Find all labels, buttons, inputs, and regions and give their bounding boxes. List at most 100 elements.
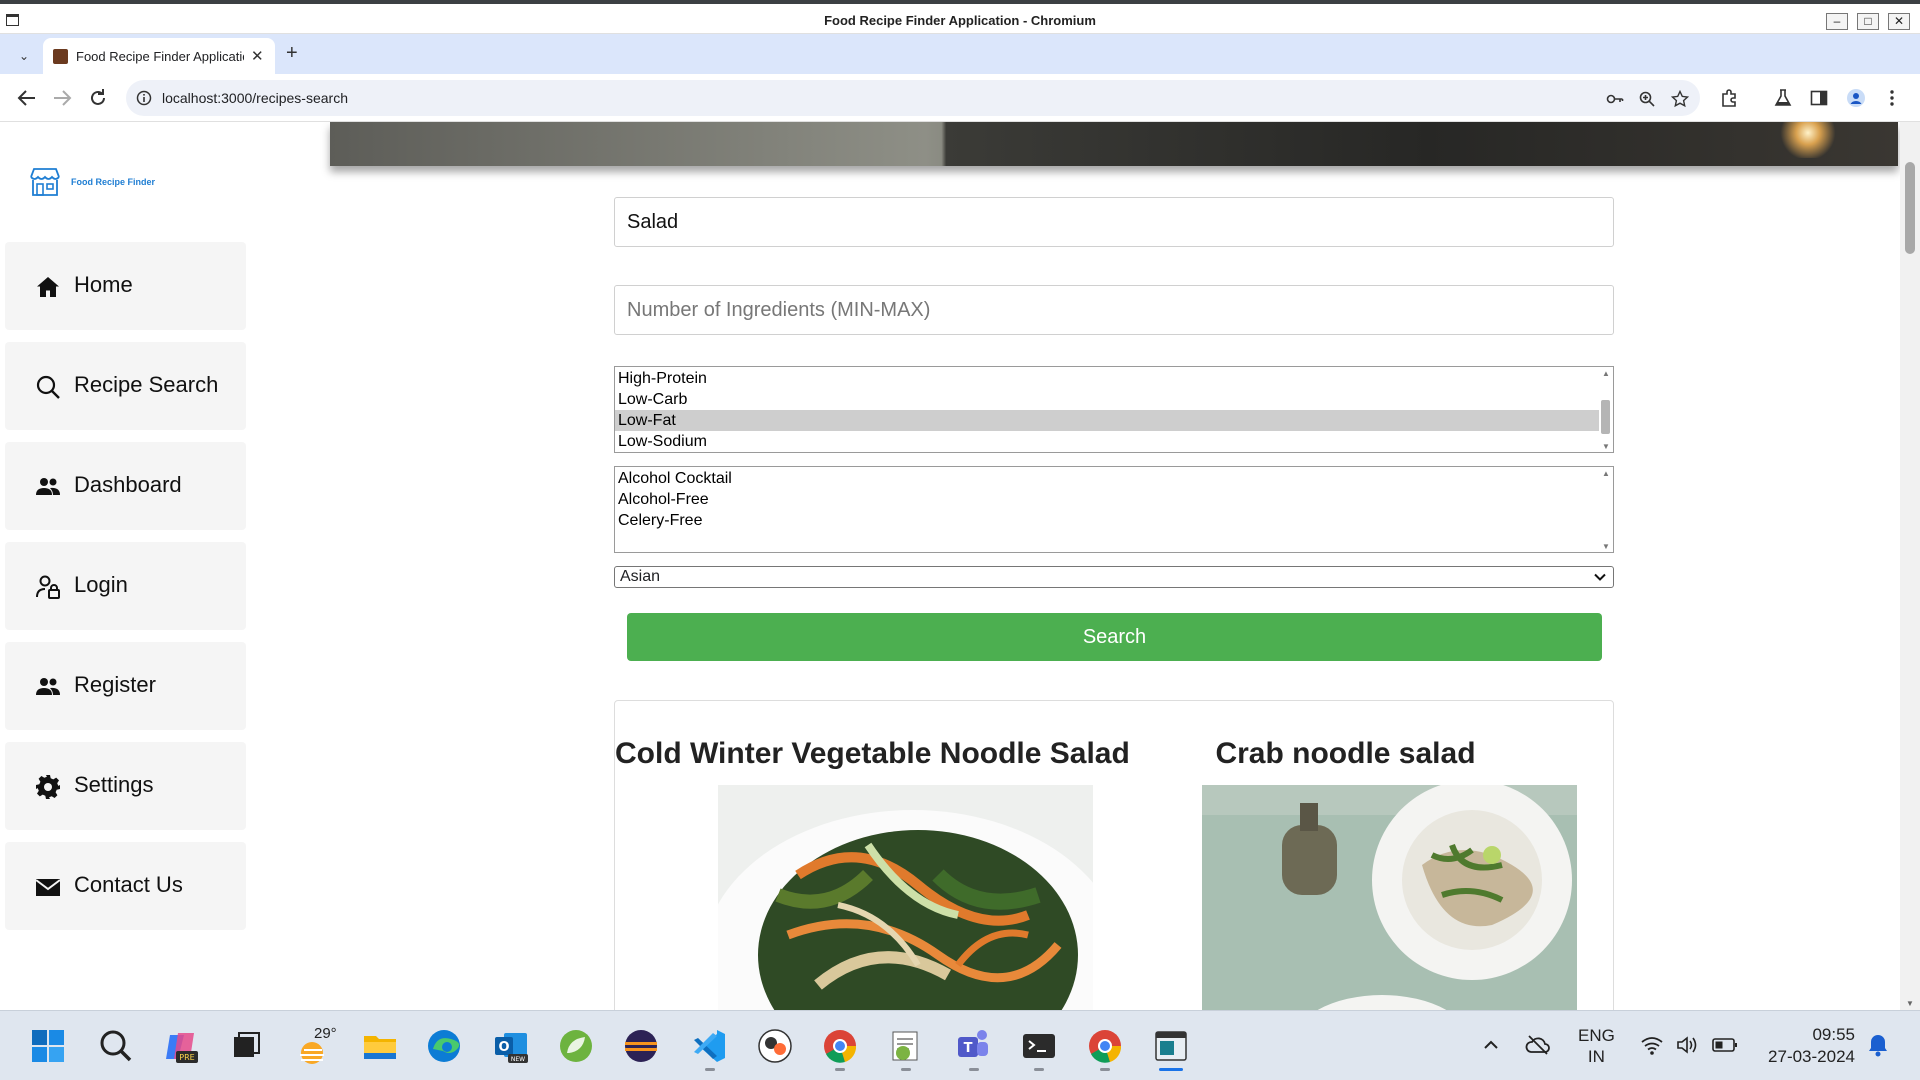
clock[interactable]: 09:55 27-03-2024	[1755, 1024, 1855, 1068]
svg-text:NEW: NEW	[511, 1056, 525, 1063]
sidebar-item-register[interactable]: Register	[5, 642, 246, 730]
browser-toolbar: localhost:3000/recipes-search	[0, 74, 1920, 122]
onedrive-offline-icon[interactable]	[1525, 1034, 1551, 1056]
sidebar-item-login[interactable]: Login	[5, 542, 246, 630]
bookmark-star-icon[interactable]	[1671, 90, 1689, 108]
health-option[interactable]: Alcohol Cocktail	[615, 468, 1599, 489]
hero-banner-image	[330, 122, 1898, 166]
health-option[interactable]: Celery-Free	[615, 510, 1599, 531]
running-indicator	[835, 1068, 845, 1071]
health-listbox[interactable]: Alcohol Cocktail Alcohol-Free Celery-Fre…	[614, 466, 1614, 553]
running-indicator	[901, 1068, 911, 1071]
svg-text:T: T	[964, 1041, 973, 1056]
page-scrollbar-thumb[interactable]	[1905, 162, 1915, 254]
tab-close-button[interactable]: ✕	[251, 47, 264, 65]
teams-icon[interactable]: T	[953, 1027, 991, 1065]
notification-bell-icon[interactable]	[1867, 1033, 1889, 1057]
recipe-query-input[interactable]: Salad	[614, 197, 1614, 247]
tab-search-button[interactable]: ⌄	[11, 44, 37, 70]
search-button[interactable]: Search	[627, 613, 1602, 661]
running-indicator	[1034, 1068, 1044, 1071]
password-key-icon[interactable]	[1606, 90, 1624, 108]
page-viewport: Food Recipe Finder Home Recipe Search Da…	[0, 122, 1920, 1010]
sidebar-item-recipe-search[interactable]: Recipe Search	[5, 342, 246, 430]
maximize-button[interactable]: □	[1857, 13, 1879, 30]
recipe-image[interactable]	[718, 785, 1093, 1010]
notepad-plus-icon[interactable]	[887, 1027, 925, 1065]
new-tab-button[interactable]: +	[286, 42, 298, 65]
postman-icon[interactable]	[756, 1027, 794, 1065]
forward-icon[interactable]	[50, 86, 74, 110]
ingredients-range-input[interactable]: Number of Ingredients (MIN-MAX)	[614, 285, 1614, 335]
windows-start-icon[interactable]	[29, 1027, 67, 1065]
labs-flask-icon[interactable]	[1773, 88, 1793, 108]
wifi-icon[interactable]	[1640, 1035, 1664, 1055]
chrome-icon[interactable]	[1086, 1027, 1124, 1065]
diet-option[interactable]: Low-Carb	[615, 389, 1599, 410]
site-info-icon[interactable]	[136, 90, 152, 106]
page-scrollbar[interactable]: ▼	[1900, 122, 1920, 1010]
address-bar[interactable]: localhost:3000/recipes-search	[126, 80, 1700, 116]
weather-widget[interactable]: 29°	[296, 1025, 366, 1073]
close-window-button[interactable]: ✕	[1888, 13, 1910, 30]
storefront-icon	[30, 168, 60, 196]
back-icon[interactable]	[15, 86, 39, 110]
chevron-down-icon	[1594, 573, 1606, 581]
sidebar-item-label: Settings	[74, 772, 154, 797]
tab-strip: ⌄ Food Recipe Finder Application ✕ +	[0, 34, 1920, 74]
search-icon	[36, 375, 60, 399]
sidebar-item-contact-us[interactable]: Contact Us	[5, 842, 246, 930]
tab-active[interactable]: Food Recipe Finder Application ✕	[43, 38, 275, 74]
volume-icon[interactable]	[1675, 1035, 1699, 1055]
sidebar-item-home[interactable]: Home	[5, 242, 246, 330]
sidebar-item-label: Contact Us	[74, 872, 183, 897]
chrome-icon[interactable]	[821, 1027, 859, 1065]
logo[interactable]: Food Recipe Finder	[28, 166, 155, 198]
chromium-window-icon[interactable]	[1152, 1027, 1190, 1065]
diet-option[interactable]: High-Protein	[615, 368, 1599, 389]
running-indicator	[1100, 1068, 1110, 1071]
running-indicator	[969, 1068, 979, 1071]
profile-avatar-icon[interactable]	[1846, 88, 1866, 108]
extensions-icon[interactable]	[1719, 88, 1739, 108]
terminal-icon[interactable]	[1020, 1027, 1058, 1065]
minimize-button[interactable]: –	[1826, 13, 1848, 30]
eclipse-ide-icon[interactable]	[622, 1027, 660, 1065]
chevron-up-icon[interactable]	[1482, 1036, 1500, 1054]
active-window-indicator	[1159, 1068, 1183, 1071]
copilot-icon[interactable]: PRE	[162, 1027, 200, 1065]
vscode-icon[interactable]	[690, 1027, 728, 1065]
favicon-icon	[53, 49, 68, 64]
health-listbox-scrollbar[interactable]: ▲ ▼	[1599, 467, 1613, 552]
taskbar: PRE 29° O NEW T ENG IN 09:55 27-03-2024	[0, 1010, 1920, 1080]
sidebar-item-settings[interactable]: Settings	[5, 742, 246, 830]
cuisine-select[interactable]: Asian	[614, 566, 1614, 588]
language-indicator[interactable]: ENG IN	[1578, 1025, 1615, 1067]
recipe-title: Crab noodle salad	[1215, 737, 1476, 770]
outlook-new-icon[interactable]: ONEW	[492, 1027, 530, 1065]
zoom-icon[interactable]	[1638, 90, 1656, 108]
recipe-image[interactable]	[1202, 785, 1577, 1010]
people-icon	[36, 678, 60, 695]
cuisine-selected-value: Asian	[620, 568, 661, 585]
spring-tools-icon[interactable]	[557, 1027, 595, 1065]
diet-listbox-scrollbar[interactable]: ▲ ▼	[1599, 367, 1613, 452]
tab-title: Food Recipe Finder Application	[76, 49, 244, 64]
side-panel-icon[interactable]	[1809, 88, 1829, 108]
task-view-icon[interactable]	[227, 1027, 265, 1065]
taskbar-search-icon[interactable]	[97, 1027, 135, 1065]
diet-listbox[interactable]: High-Protein Low-Carb Low-Fat Low-Sodium…	[614, 366, 1614, 453]
sidebar: Food Recipe Finder Home Recipe Search Da…	[5, 122, 248, 1010]
diet-option[interactable]: Low-Sodium	[615, 431, 1599, 452]
svg-text:PRE: PRE	[179, 1053, 194, 1062]
running-indicator	[705, 1068, 715, 1071]
sidebar-item-dashboard[interactable]: Dashboard	[5, 442, 246, 530]
file-explorer-icon[interactable]	[361, 1027, 399, 1065]
battery-icon[interactable]	[1712, 1036, 1738, 1054]
edge-browser-icon[interactable]	[425, 1027, 463, 1065]
menu-kebab-icon[interactable]	[1882, 88, 1902, 108]
health-option[interactable]: Alcohol-Free	[615, 489, 1599, 510]
sidebar-item-label: Dashboard	[74, 472, 182, 497]
reload-icon[interactable]	[86, 86, 110, 110]
diet-option-selected[interactable]: Low-Fat	[615, 410, 1599, 431]
